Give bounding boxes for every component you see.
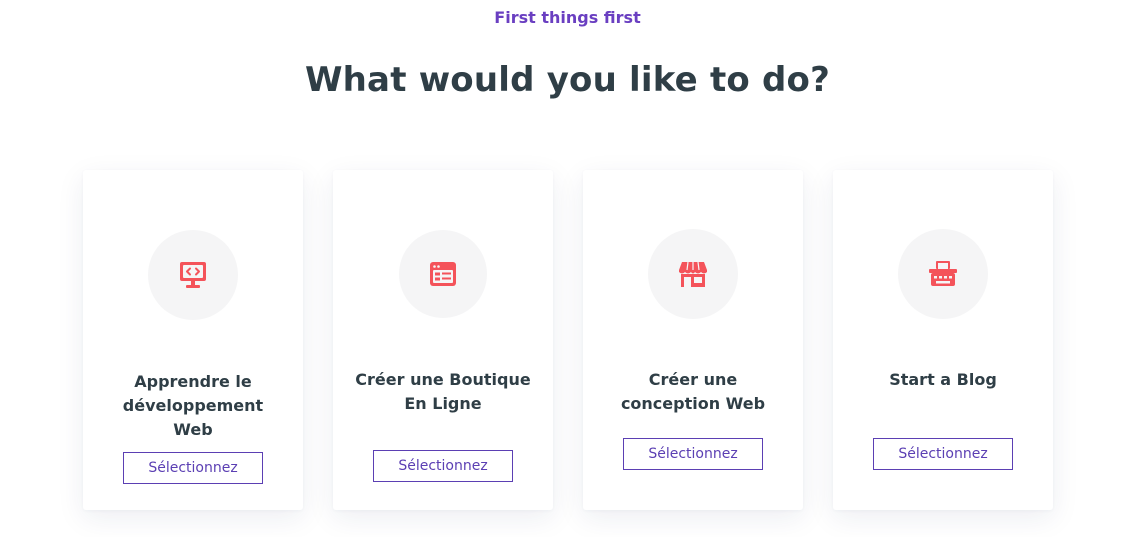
icon-badge — [648, 229, 738, 319]
page-title: What would you like to do? — [304, 60, 831, 100]
card-title: Apprendre le développement Web — [122, 372, 264, 439]
card-title: Créer une conception Web — [620, 370, 766, 413]
select-button[interactable]: Sélectionnez — [123, 452, 263, 484]
icon-badge — [399, 230, 487, 318]
browser-window-icon — [430, 262, 456, 286]
code-monitor-icon — [180, 262, 206, 288]
option-card-web-development[interactable]: Apprendre le développement Web Sélection… — [83, 170, 303, 510]
typewriter-icon — [929, 261, 957, 286]
select-button[interactable]: Sélectionnez — [873, 438, 1013, 470]
icon-badge — [898, 229, 988, 319]
eyebrow-text: First things first — [494, 8, 641, 27]
select-button[interactable]: Sélectionnez — [623, 438, 763, 470]
select-button[interactable]: Sélectionnez — [373, 450, 513, 482]
card-title: Start a Blog — [889, 370, 997, 389]
storefront-icon — [679, 261, 707, 287]
icon-badge — [148, 230, 238, 320]
option-card-online-store[interactable]: Créer une Boutique En Ligne Sélectionnez — [333, 170, 553, 510]
option-card-web-design[interactable]: Créer une conception Web Sélectionnez — [583, 170, 803, 510]
card-title: Créer une Boutique En Ligne — [355, 370, 531, 413]
page: First things first What would you like t… — [0, 0, 1125, 537]
option-card-blog[interactable]: Start a Blog Sélectionnez — [833, 170, 1053, 510]
